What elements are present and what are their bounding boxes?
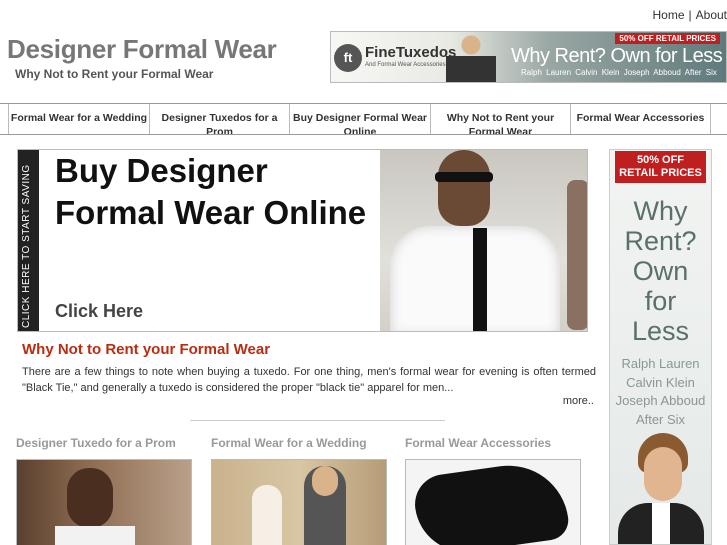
sidebar-ad-brand: After Six: [635, 411, 686, 427]
sidebar-ad-headline-line: for: [644, 286, 677, 316]
nav-item-wedding[interactable]: Formal Wear for a Wedding: [8, 104, 149, 134]
header-banner-ad[interactable]: ft FineTuxedos And Formal Wear Accessori…: [330, 31, 727, 83]
banner-brands: Ralph Lauren Calvin Klein Joseph Abboud …: [521, 68, 717, 77]
fine-tuxedos-logo-text: FineTuxedos: [365, 44, 457, 61]
about-link[interactable]: About: [696, 8, 727, 22]
sidebar-ad-model-image: [618, 433, 704, 544]
hero-title: Buy Designer Formal Wear Online: [55, 152, 367, 231]
sidebar-ad-headline-line: Own: [632, 256, 689, 286]
sidebar-ad-brand: Ralph Lauren: [621, 356, 700, 371]
hero-click-here[interactable]: Click Here: [55, 301, 143, 322]
accessories-bow-tie: [411, 460, 571, 545]
banner-discount-badge: 50% OFF RETAIL PRICES: [615, 33, 720, 44]
hero-side-tab[interactable]: CLICK HERE TO START SAVING: [18, 150, 39, 331]
hero-banner[interactable]: CLICK HERE TO START SAVING Buy Designer …: [17, 149, 588, 332]
main-nav: Formal Wear for a Wedding Designer Tuxed…: [0, 103, 727, 135]
hero-model-head: [438, 150, 490, 226]
site-title[interactable]: Designer Formal Wear: [7, 34, 277, 65]
fine-tuxedos-logo-subtext: And Formal Wear Accessories: [365, 62, 446, 68]
sidebar-ad[interactable]: 50% OFF RETAIL PRICES Why Rent? Own for …: [609, 149, 712, 545]
top-links-separator: |: [688, 8, 692, 22]
sidebar-ad-brands: Ralph Lauren Calvin Klein Joseph Abboud …: [610, 355, 711, 429]
hero-black-tie: [473, 228, 487, 331]
sidebar-ad-badge-line1: 50% OFF: [636, 154, 685, 166]
nav-item-buy-online[interactable]: Buy Designer Formal Wear Online: [289, 104, 430, 134]
sidebar-ad-brand: Joseph Abboud: [615, 393, 706, 408]
category-title-wedding[interactable]: Formal Wear for a Wedding: [211, 436, 367, 450]
top-links: Home | About: [653, 8, 727, 22]
category-image-accessories[interactable]: [405, 459, 581, 545]
prom-model-collar: [55, 526, 135, 545]
banner-headline: Why Rent? Own for Less: [511, 45, 723, 67]
sidebar-ad-headline-line: Rent?: [624, 226, 697, 256]
hero-side-tab-text: CLICK HERE TO START SAVING: [21, 164, 32, 328]
category-title-prom[interactable]: Designer Tuxedo for a Prom: [16, 436, 176, 450]
wedding-groom-face: [312, 466, 338, 496]
nav-item-accessories[interactable]: Formal Wear Accessories: [570, 104, 711, 134]
sidebar-ad-headline-line: Less: [631, 316, 690, 346]
site-tagline: Why Not to Rent your Formal Wear: [15, 67, 214, 81]
divider: [190, 420, 445, 421]
sidebar-ad-headline: Why Rent? Own for Less: [610, 196, 711, 346]
banner-model-image: [446, 32, 496, 82]
nav-item-prom[interactable]: Designer Tuxedos for a Prom: [149, 104, 289, 134]
more-link[interactable]: more..: [563, 395, 594, 407]
home-link[interactable]: Home: [653, 8, 685, 22]
wedding-bride: [252, 485, 282, 545]
article-body: There are a few things to note when buyi…: [22, 366, 596, 394]
sidebar-ad-badge-line2: RETAIL PRICES: [619, 167, 702, 179]
article-title[interactable]: Why Not to Rent your Formal Wear: [22, 341, 270, 358]
sidebar-ad-headline-line: Why: [633, 196, 688, 226]
sidebar-model-face: [644, 447, 682, 501]
sidebar-ad-badge: 50% OFF RETAIL PRICES: [615, 151, 706, 183]
nav-item-why-not-rent[interactable]: Why Not to Rent your Formal Wear: [430, 104, 570, 134]
hero-model-image: [380, 150, 587, 331]
fine-tuxedos-logo-icon: ft: [334, 44, 362, 72]
sidebar-ad-brand: Calvin Klein: [626, 374, 695, 390]
category-image-prom[interactable]: [16, 459, 192, 545]
hero-sunglasses: [435, 172, 493, 182]
hero-background-figure: [567, 180, 587, 330]
category-image-wedding[interactable]: [211, 459, 387, 545]
category-title-accessories[interactable]: Formal Wear Accessories: [405, 436, 551, 450]
sidebar-model-shirt: [652, 503, 670, 544]
prom-model-face: [67, 468, 113, 528]
page: Home | About Designer Formal Wear Why Not …: [0, 0, 727, 545]
